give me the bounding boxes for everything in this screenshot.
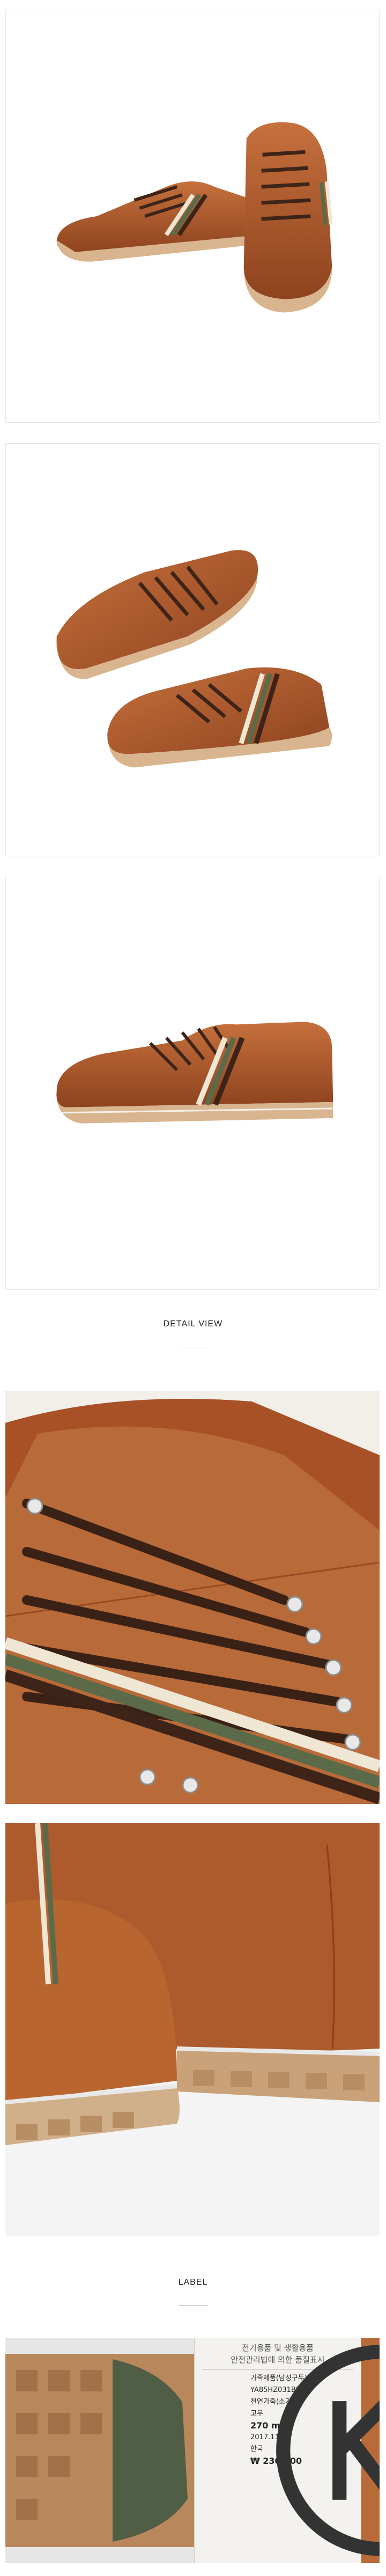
label-heading: LABEL bbox=[178, 2278, 208, 2287]
laces-closeup-illustration bbox=[5, 1391, 380, 1804]
detail-photo-laces bbox=[5, 1391, 380, 1804]
detail-view-heading: DETAIL VIEW bbox=[163, 1319, 223, 1329]
product-photo-side bbox=[5, 877, 380, 1290]
kc-certification-icon bbox=[276, 2345, 380, 2556]
shoe-side-illustration bbox=[56, 1022, 333, 1124]
toe-sole-closeup-illustration bbox=[5, 1823, 380, 2236]
shoe-pair-illustration bbox=[56, 550, 332, 768]
product-photo-pair-front bbox=[5, 443, 380, 856]
label-photo: 전기용품 및 생활용품 안전관리법에 의한 품질표시 가죽제품(남성구두) YA… bbox=[5, 2338, 380, 2563]
heading-divider bbox=[178, 2305, 208, 2306]
quality-label-card: 전기용품 및 생활용품 안전관리법에 의한 품질표시 가죽제품(남성구두) YA… bbox=[194, 2338, 380, 2563]
shoe-pair-illustration bbox=[56, 122, 333, 313]
detail-photo-toe-sole bbox=[5, 1823, 380, 2236]
product-photo-pair-angled bbox=[5, 10, 380, 423]
